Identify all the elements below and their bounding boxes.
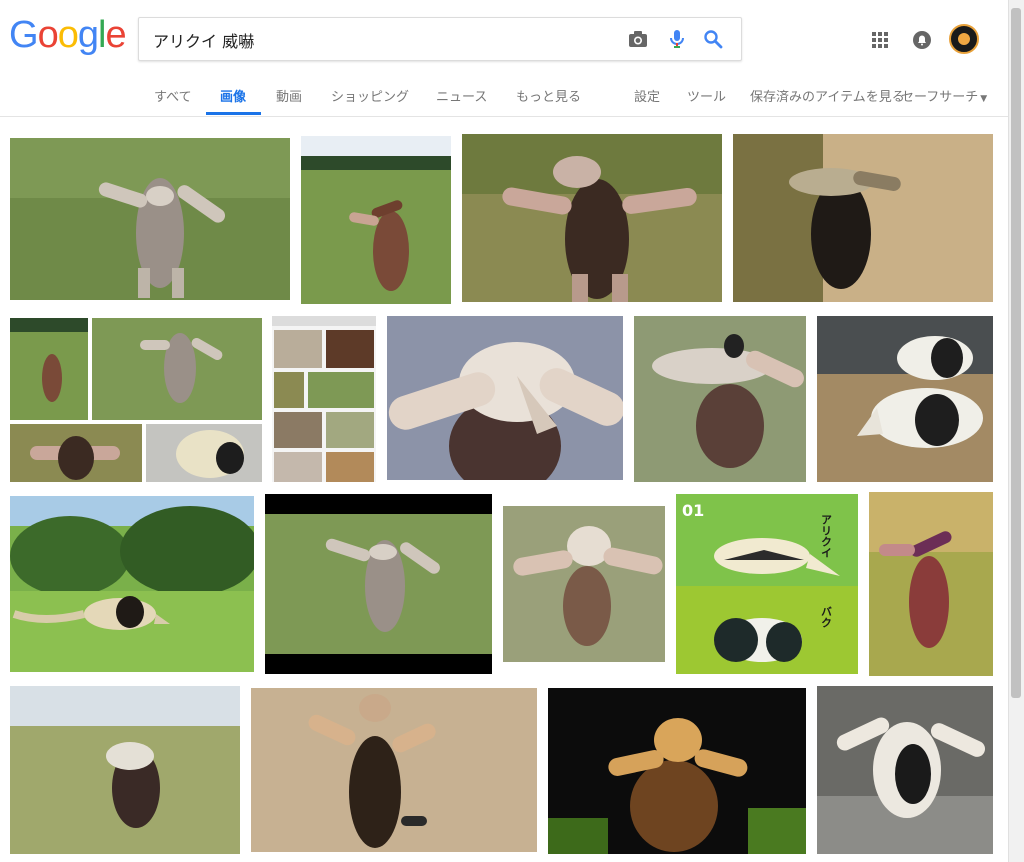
account-avatar-icon[interactable] [949,24,979,54]
image-result[interactable] [503,506,665,662]
anteater-label: アリクイ [820,514,833,558]
tapir-label: バク [820,606,833,628]
image-result[interactable] [733,134,993,302]
image-result[interactable] [817,316,993,482]
logo-letter: l [97,14,107,56]
apps-grid-icon[interactable] [870,30,890,50]
image-result[interactable] [634,316,806,482]
google-logo[interactable]: Google [9,14,127,57]
image-result[interactable] [251,688,537,852]
tab-tools[interactable]: ツール [687,86,726,105]
tab-settings[interactable]: 設定 [634,86,660,105]
image-result[interactable] [462,134,722,302]
tab-videos[interactable]: 動画 [276,86,302,105]
tab-shopping[interactable]: ショッピング [331,86,409,105]
tab-images[interactable]: 画像 [220,86,246,105]
image-result[interactable] [869,492,993,676]
search-input[interactable]: アリクイ 威嚇 [153,28,254,52]
image-result[interactable] [10,496,254,672]
caret-down-icon: ▼ [980,94,988,104]
image-result[interactable] [10,318,262,482]
image-result[interactable] [265,494,492,674]
image-result[interactable] [387,316,623,480]
image-result[interactable] [548,688,806,854]
search-box[interactable]: アリクイ 威嚇 [138,17,742,61]
logo-letter: o [57,14,79,56]
image-result[interactable] [817,686,993,854]
safesearch-label: セーフサーチ [901,90,979,105]
mic-icon[interactable] [666,28,688,50]
tab-all[interactable]: すべて [154,86,192,105]
image-results-grid: 01 アリクイ バク [0,116,1008,862]
logo-letter: o [37,14,59,56]
logo-letter: g [77,14,99,56]
image-result[interactable] [301,136,451,304]
camera-icon[interactable] [627,28,649,50]
card-number: 01 [682,501,704,520]
safesearch-dropdown[interactable]: セーフサーチ ▼ [901,86,987,105]
active-tab-indicator [206,112,261,115]
search-icon[interactable] [702,28,724,50]
search-tabs: すべて 画像 動画 ショッピング ニュース もっと見る 設定 ツール 保存済みの… [0,82,1008,116]
notifications-icon[interactable] [911,29,933,51]
logo-letter: G [9,14,39,56]
scrollbar-thumb[interactable] [1011,8,1021,698]
image-result[interactable] [272,316,376,482]
logo-letter: e [105,14,126,56]
image-result[interactable] [10,138,290,300]
tab-more[interactable]: もっと見る [516,86,581,105]
image-result[interactable]: 01 アリクイ バク [676,494,858,674]
image-result[interactable] [10,686,240,854]
header: Google アリクイ 威嚇 すべて 画像 動画 ショッピング ニュース もっと… [0,0,1008,117]
tab-news[interactable]: ニュース [436,86,487,105]
saved-items-link[interactable]: 保存済みのアイテムを見る [750,86,905,105]
